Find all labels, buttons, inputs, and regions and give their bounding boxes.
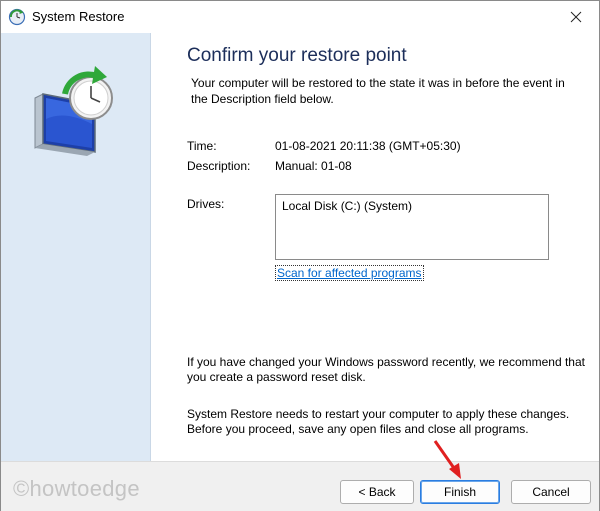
left-pane — [1, 33, 151, 461]
time-label: Time: — [187, 139, 217, 153]
intro-text: Your computer will be restored to the st… — [191, 76, 565, 106]
list-item[interactable]: Local Disk (C:) (System) — [282, 199, 542, 213]
window-title: System Restore — [32, 9, 125, 24]
system-restore-illustration-icon — [34, 66, 113, 156]
password-note: If you have changed your Windows passwor… — [187, 355, 585, 384]
close-button[interactable] — [553, 1, 599, 33]
annotation-arrow-icon — [433, 440, 461, 479]
restart-note: System Restore needs to restart your com… — [187, 407, 570, 436]
content-pane: Confirm your restore point Your computer… — [151, 33, 599, 461]
system-restore-window: System Restore Confirm your restore poin… — [0, 0, 600, 511]
system-restore-icon — [8, 8, 26, 26]
scan-affected-programs-link[interactable]: Scan for affected programs — [275, 265, 424, 281]
description-label: Description: — [187, 159, 251, 173]
watermark: ©howtoedge — [13, 476, 140, 501]
footer-bar: ©howtoedge < Back Finish Cancel — [1, 461, 599, 511]
cancel-button[interactable]: Cancel — [511, 480, 591, 504]
back-button[interactable]: < Back — [340, 480, 414, 504]
drives-label: Drives: — [187, 197, 225, 211]
finish-button[interactable]: Finish — [420, 480, 500, 504]
close-icon — [570, 11, 582, 23]
time-value: 01-08-2021 20:11:38 (GMT+05:30) — [275, 139, 461, 153]
drives-list[interactable]: Local Disk (C:) (System) — [275, 194, 549, 260]
description-value: Manual: 01-08 — [275, 159, 352, 173]
page-title: Confirm your restore point — [187, 45, 407, 66]
title-bar[interactable]: System Restore — [1, 1, 599, 33]
